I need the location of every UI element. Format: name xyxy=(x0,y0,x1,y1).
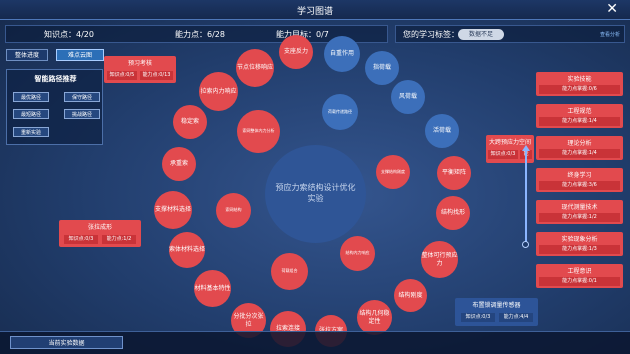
node-live-load[interactable]: 活荷载 xyxy=(425,114,459,148)
footer-bar: 当前实验数据 xyxy=(0,331,630,354)
node-feasible-prestress[interactable]: 整体可行预应力 xyxy=(421,241,458,278)
sensor-card-knowledge: 知识点:0/3 xyxy=(461,313,495,322)
goal-card-experiment-skills[interactable]: 实验技能 能力点掌握:0/6 xyxy=(536,72,623,96)
goal-progress: 能力点掌握:3/6 xyxy=(539,181,620,190)
node-cable-net[interactable]: 索网结构 xyxy=(216,193,251,228)
node-wind-load[interactable]: 风荷载 xyxy=(391,80,425,114)
goal-card-engineering-spec[interactable]: 工程规范 能力点掌握:1/4 xyxy=(536,104,623,128)
goal-title: 工程规范 xyxy=(567,108,592,115)
node-cable-force-response[interactable]: 拉索内力响应 xyxy=(199,72,238,111)
node-net-force-analysis[interactable]: 索网整体内力分析 xyxy=(237,110,280,153)
learning-tag-box: 您的学习标签： 数据不足 查看分析 xyxy=(395,25,625,43)
learning-tag-label: 您的学习标签： xyxy=(403,30,459,39)
node-support-stiffness[interactable]: 支撑结构刚度 xyxy=(376,155,410,189)
node-load-bearing-cable[interactable]: 承重索 xyxy=(162,147,196,181)
shortest-path-button[interactable]: 最短路径 xyxy=(13,109,49,119)
node-material-properties[interactable]: 材料基本特性 xyxy=(194,270,231,307)
title-bar: 学习图谱 ✕ xyxy=(0,0,630,20)
node-support-reaction[interactable]: 支座反力 xyxy=(279,35,313,69)
goal-progress: 能力点掌握:1/4 xyxy=(539,149,620,158)
goal-title: 理论分析 xyxy=(567,140,592,147)
node-stabilizing-cable[interactable]: 稳定索 xyxy=(173,105,207,139)
path-panel-title: 智能路径推荐 xyxy=(34,75,77,83)
goal-card-modern-measurement[interactable]: 现代测量技术 能力点掌握:1/2 xyxy=(536,200,623,224)
goal-title: 实验现象分析 xyxy=(561,236,598,243)
preview-assessment-card[interactable]: 预习考核 知识点:0/5 能力点:0/13 xyxy=(104,56,176,83)
sensor-card-title: 布置锁调量传感器 xyxy=(472,302,521,309)
node-support-material[interactable]: 支撑材料选择 xyxy=(154,191,192,229)
goal-title: 工程意识 xyxy=(567,268,592,275)
goal-progress: 能力点掌握:1/2 xyxy=(539,213,620,222)
conservative-path-button[interactable]: 保守路径 xyxy=(64,92,100,102)
goal-title: 终身学习 xyxy=(567,172,592,179)
overall-progress-button[interactable]: 整体进度 xyxy=(6,49,48,61)
node-load-path[interactable]: 荷载传递路径 xyxy=(322,94,358,130)
goal-card-engineering-awareness[interactable]: 工程意识 能力点掌握:0/1 xyxy=(536,264,623,288)
goal-title: 现代测量技术 xyxy=(561,204,598,211)
goal-card-theory-analysis[interactable]: 理论分析 能力点掌握:1/4 xyxy=(536,136,623,160)
center-node-label: 预应力索结构设计优化实验 xyxy=(275,183,356,203)
node-geometric-stability[interactable]: 结构几何稳定性 xyxy=(357,300,392,335)
optimal-path-button[interactable]: 最优路径 xyxy=(13,92,49,102)
tension-card-ability: 能力点:1/2 xyxy=(102,235,136,244)
tension-card-title: 张拉成形 xyxy=(87,224,112,231)
difficulty-cloud-button[interactable]: 难点云图 xyxy=(56,49,104,61)
goal-progress: 能力点掌握:1/4 xyxy=(539,117,620,126)
preview-card-ability: 能力点:0/13 xyxy=(140,71,173,80)
window-title: 学习图谱 xyxy=(296,7,333,17)
close-icon[interactable]: ✕ xyxy=(606,1,618,17)
view-analysis-link[interactable]: 查看分析 xyxy=(600,31,620,38)
goal-card-phenomenon-analysis[interactable]: 实验现象分析 能力点掌握:1/3 xyxy=(536,232,623,256)
node-internal-force-response[interactable]: 结构内力响应 xyxy=(340,236,375,271)
current-experiment-data-button[interactable]: 当前实验数据 xyxy=(10,336,123,349)
sensor-card-ability: 能力点:4/4 xyxy=(499,313,533,322)
zoom-slider[interactable] xyxy=(522,145,530,248)
goal-progress: 能力点掌握:0/1 xyxy=(539,277,620,286)
node-cable-material[interactable]: 索体材料选择 xyxy=(169,232,205,268)
ability-stat: 能力点：6/28 xyxy=(175,30,225,39)
goal-progress: 能力点掌握:0/6 xyxy=(539,85,620,94)
path-panel: 智能路径推荐 最优路径 保守路径 最短路径 挑战路径 重新实验 xyxy=(6,69,103,145)
tension-forming-card[interactable]: 张拉成形 知识点:0/3 能力点:1/2 xyxy=(59,220,141,247)
node-self-weight[interactable]: 自重作用 xyxy=(324,36,360,72)
preview-card-title: 预习考核 xyxy=(127,60,152,67)
goal-progress: 能力点掌握:1/3 xyxy=(539,245,620,254)
goal-card-lifelong-learning[interactable]: 终身学习 能力点掌握:3/6 xyxy=(536,168,623,192)
node-stiffness[interactable]: 结构刚度 xyxy=(394,279,427,312)
goal-title: 实验技能 xyxy=(567,76,592,83)
restart-experiment-button[interactable]: 重新实验 xyxy=(13,127,49,137)
node-node-displacement[interactable]: 节点位移响应 xyxy=(236,49,274,87)
center-node[interactable]: 预应力索结构设计优化实验 xyxy=(265,145,366,243)
tension-card-knowledge: 知识点:0/3 xyxy=(64,235,98,244)
prestress-card-knowledge: 知识点:0/3 xyxy=(488,150,518,159)
challenge-path-button[interactable]: 挑战路径 xyxy=(64,109,100,119)
knowledge-stat: 知识点：4/20 xyxy=(44,30,94,39)
node-finger-load[interactable]: 指荷载 xyxy=(365,51,399,85)
node-load-combination[interactable]: 荷载组合 xyxy=(271,253,308,290)
learning-tag-badge: 数据不足 xyxy=(458,29,504,40)
slider-arrow-icon xyxy=(522,145,530,151)
sensor-layout-card[interactable]: 布置锁调量传感器 知识点:0/3 能力点:4/4 xyxy=(455,298,538,326)
node-form-finding[interactable]: 结构找形 xyxy=(436,196,470,230)
slider-handle[interactable] xyxy=(522,241,529,248)
node-equilibrium-matrix[interactable]: 平衡矩阵 xyxy=(437,156,471,190)
preview-card-knowledge: 知识点:0/5 xyxy=(107,71,137,80)
